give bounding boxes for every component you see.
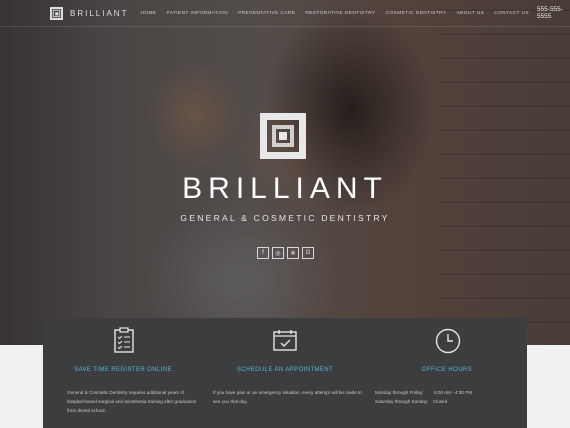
office-hours-row: Saturday through Sunday: Closed (375, 397, 525, 406)
instagram-icon[interactable]: ◎ (272, 247, 284, 259)
brand-logo-icon (260, 113, 306, 159)
info-panel: SAVE TIME REGISTER ONLINE General & Cosm… (43, 318, 527, 428)
clipboard-icon (114, 327, 134, 353)
register-card-title[interactable]: SAVE TIME REGISTER ONLINE (43, 367, 203, 373)
top-navigation: BRILLIANT HOME PATIENT INFORMATION PREVE… (0, 0, 570, 27)
office-hours-time: 8:00 AM - 4:30 PM (434, 390, 473, 395)
clock-icon (435, 328, 461, 354)
office-hours-card: OFFICE HOURS Monday through Friday: 8:00… (367, 318, 527, 428)
nav-link-preventative-care[interactable]: PREVENTATIVE CARE (238, 11, 295, 16)
office-hours-list: Monday through Friday: 8:00 AM - 4:30 PM… (375, 388, 525, 406)
nav-link-home[interactable]: HOME (140, 11, 156, 16)
office-hours-days: Saturday through Sunday: (375, 399, 429, 404)
appointment-card-title[interactable]: SCHEDULE AN APPOINTMENT (205, 367, 365, 373)
office-hours-row: Monday through Friday: 8:00 AM - 4:30 PM (375, 388, 525, 397)
office-hours-title: OFFICE HOURS (421, 367, 473, 373)
nav-link-patient-information[interactable]: PATIENT INFORMATION (166, 11, 228, 16)
calendar-check-icon (273, 330, 297, 351)
register-card[interactable]: SAVE TIME REGISTER ONLINE General & Cosm… (43, 318, 203, 428)
register-card-text: General & Cosmetic Dentistry requires ad… (67, 390, 197, 413)
nav-link-about-us[interactable]: ABOUT US (457, 11, 485, 16)
phone-number[interactable]: 555-555-5555 (537, 6, 570, 20)
yelp-icon[interactable]: ✲ (287, 247, 299, 259)
google-icon[interactable]: G (302, 247, 314, 259)
appointment-card[interactable]: SCHEDULE AN APPOINTMENT If you have pain… (205, 318, 365, 428)
nav-logo[interactable]: BRILLIANT (50, 6, 129, 20)
facebook-icon[interactable]: f (257, 247, 269, 259)
appointment-card-text: If you have pain or an emergency situati… (213, 390, 362, 404)
hero-brand-title: BRILLIANT (182, 172, 388, 205)
nav-link-restorative-dentistry[interactable]: RESTORATIVE DENTISTRY (305, 11, 375, 16)
nav-link-cosmetic-dentistry[interactable]: COSMETIC DENTISTRY (386, 11, 447, 16)
nav-link-contact-us[interactable]: CONTACT US (494, 11, 529, 16)
office-hours-days: Monday through Friday: (375, 390, 424, 395)
office-hours-time: Closed (432, 399, 448, 404)
logo-mark-icon (50, 6, 63, 20)
hero-tagline: GENERAL & COSMETIC DENTISTRY (180, 213, 390, 223)
nav-logo-text: BRILLIANT (70, 8, 129, 18)
social-links: f ◎ ✲ G (257, 247, 317, 259)
